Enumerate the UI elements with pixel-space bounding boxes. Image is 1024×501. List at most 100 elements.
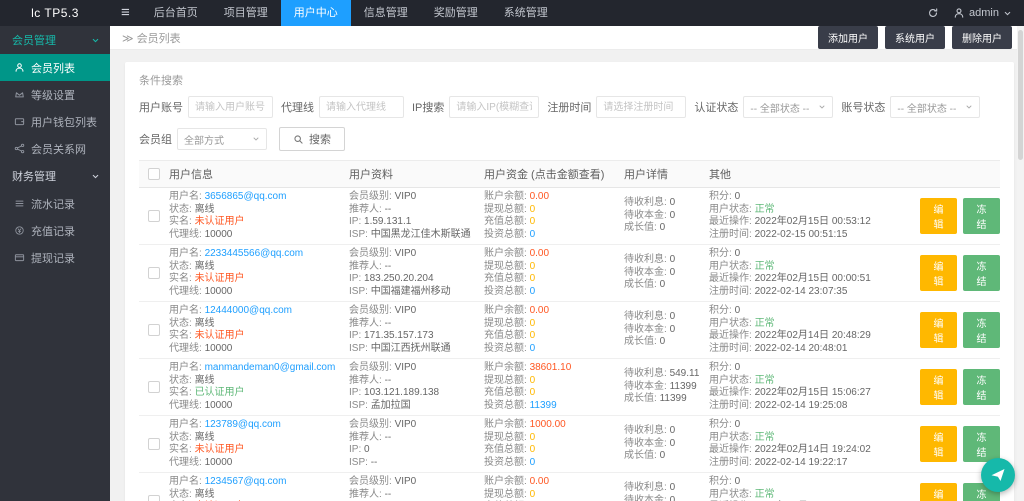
username-link[interactable]: 3656865@qq.com — [205, 191, 287, 202]
isp-value: 中国黑龙江佳木斯联通 — [371, 229, 471, 240]
edit-button[interactable]: 编辑 — [920, 483, 957, 501]
sidebar-item-relation-network[interactable]: 会员关系网 — [0, 135, 110, 162]
sidebar-item-level-settings[interactable]: 等级设置 — [0, 81, 110, 108]
sidebar-group-member[interactable]: 会员管理 — [0, 26, 110, 54]
recharge-total-value[interactable]: 0 — [530, 216, 536, 227]
withdraw-total-value[interactable]: 0 — [530, 261, 536, 272]
member-group-select[interactable]: 全部方式 — [177, 128, 267, 150]
row-checkbox[interactable] — [148, 495, 160, 501]
withdraw-total-value[interactable]: 0 — [530, 375, 536, 386]
account-input[interactable] — [188, 96, 273, 118]
sidebar-item-withdraw-records[interactable]: 提现记录 — [0, 244, 110, 271]
register-time-value: 2022-02-15 00:51:15 — [755, 229, 848, 240]
ip-value: 171.35.157.173 — [364, 330, 434, 341]
nav-item-system[interactable]: 系统管理 — [491, 0, 561, 26]
system-user-button[interactable]: 系统用户 — [885, 26, 945, 49]
row-checkbox[interactable] — [148, 210, 160, 222]
main-content: ≫ 会员列表 添加用户 系统用户 删除用户 条件搜索 用户账号 代理线 — [110, 26, 1024, 501]
field-label: 提现总额: — [484, 432, 527, 443]
table-body: 用户名: 3656865@qq.com 状态: 离线 实名: 未认证用户 代理线… — [139, 188, 1000, 501]
nav-item-info[interactable]: 信息管理 — [351, 0, 421, 26]
balance-value[interactable]: 1000.00 — [530, 419, 566, 430]
user-profile-cell: 会员级别: VIP0 推荐人: -- IP: 1.59.131.1 ISP: 中… — [349, 191, 484, 241]
freeze-button[interactable]: 冻结 — [963, 369, 1000, 405]
row-checkbox[interactable] — [148, 438, 160, 450]
sidebar-item-flow-records[interactable]: 流水记录 — [0, 190, 110, 217]
regtime-input[interactable] — [596, 96, 686, 118]
nav-item-rewards[interactable]: 奖励管理 — [421, 0, 491, 26]
freeze-button[interactable]: 冻结 — [963, 198, 1000, 234]
sidebar-group-finance[interactable]: 财务管理 — [0, 162, 110, 190]
withdraw-total-value[interactable]: 0 — [530, 204, 536, 215]
edit-button[interactable]: 编辑 — [920, 255, 957, 291]
balance-value[interactable]: 0.00 — [530, 305, 549, 316]
floating-service-button[interactable] — [981, 458, 1015, 492]
ip-input[interactable] — [449, 96, 539, 118]
menu-toggle-icon[interactable]: ≡ — [110, 0, 141, 26]
agent-input[interactable] — [319, 96, 404, 118]
balance-value[interactable]: 0.00 — [530, 476, 549, 487]
user-details-cell: 待收利息: 0 待收本金: 0 成长值: 0 — [624, 197, 709, 235]
invest-total-value[interactable]: 0 — [530, 457, 536, 468]
row-checkbox[interactable] — [148, 267, 160, 279]
row-actions-cell: 编辑 冻结 — [914, 426, 1000, 462]
invest-total-value[interactable]: 0 — [530, 286, 536, 297]
nav-item-user-center[interactable]: 用户中心 — [281, 0, 351, 26]
refresh-icon[interactable] — [927, 7, 939, 19]
add-user-button[interactable]: 添加用户 — [818, 26, 878, 49]
pending-principal-value: 0 — [670, 495, 676, 501]
freeze-button[interactable]: 冻结 — [963, 255, 1000, 291]
edit-button[interactable]: 编辑 — [920, 198, 957, 234]
recharge-total-value[interactable]: 0 — [530, 444, 536, 455]
recharge-total-value[interactable]: 0 — [530, 330, 536, 341]
register-time-value: 2022-02-14 19:22:17 — [755, 457, 848, 468]
sidebar-item-label: 会员关系网 — [31, 141, 86, 157]
user-info-cell: 用户名: 2233445566@qq.com 状态: 离线 实名: 未认证用户 … — [169, 248, 349, 298]
breadcrumb-prefix-icon: ≫ — [122, 33, 134, 45]
sidebar-item-wallet-list[interactable]: 用户钱包列表 — [0, 108, 110, 135]
scrollbar-track[interactable] — [1017, 26, 1024, 501]
regtime-label: 注册时间 — [547, 99, 591, 115]
invest-total-value[interactable]: 0 — [530, 343, 536, 354]
nav-item-home[interactable]: 后台首页 — [141, 0, 211, 26]
balance-value[interactable]: 0.00 — [530, 248, 549, 259]
nav-item-projects[interactable]: 项目管理 — [211, 0, 281, 26]
delete-user-button[interactable]: 删除用户 — [952, 26, 1012, 49]
username-link[interactable]: 12444000@qq.com — [205, 305, 292, 316]
edit-button[interactable]: 编辑 — [920, 426, 957, 462]
user-profile-cell: 会员级别: VIP0 推荐人: -- IP: 171.35.157.173 IS… — [349, 305, 484, 355]
withdraw-total-value[interactable]: 0 — [530, 489, 536, 500]
row-checkbox[interactable] — [148, 381, 160, 393]
balance-value[interactable]: 38601.10 — [530, 362, 572, 373]
field-label: 充值总额: — [484, 273, 527, 284]
field-label: 用户状态: — [709, 489, 752, 500]
row-checkbox[interactable] — [148, 324, 160, 336]
edit-button[interactable]: 编辑 — [920, 369, 957, 405]
recharge-total-value[interactable]: 0 — [530, 273, 536, 284]
freeze-button[interactable]: 冻结 — [963, 426, 1000, 462]
search-button[interactable]: 搜索 — [279, 127, 345, 151]
username-link[interactable]: 2233445566@qq.com — [205, 248, 304, 259]
username-link[interactable]: manmandeman0@gmail.com — [205, 362, 336, 373]
admin-menu[interactable]: admin — [953, 7, 1012, 19]
sidebar-item-member-list[interactable]: 会员列表 — [0, 54, 110, 81]
username-link[interactable]: 123789@qq.com — [205, 419, 281, 430]
freeze-button[interactable]: 冻结 — [963, 312, 1000, 348]
sidebar-item-recharge-records[interactable]: 充值记录 — [0, 217, 110, 244]
select-all-checkbox[interactable] — [148, 168, 160, 180]
username-link[interactable]: 1234567@qq.com — [205, 476, 287, 487]
invest-total-value[interactable]: 11399 — [530, 400, 557, 411]
scrollbar-thumb[interactable] — [1018, 30, 1023, 160]
user-info-cell: 用户名: 1234567@qq.com 状态: 离线 实名: 未认证用户 代理线… — [169, 476, 349, 501]
account-status-select[interactable]: -- 全部状态 -- — [890, 96, 980, 118]
pending-interest-value: 0 — [670, 425, 676, 436]
recharge-total-value[interactable]: 0 — [530, 387, 536, 398]
edit-button[interactable]: 编辑 — [920, 312, 957, 348]
invest-total-value[interactable]: 0 — [530, 229, 536, 240]
auth-status-select[interactable]: -- 全部状态 -- — [743, 96, 833, 118]
select-value: 全部方式 — [184, 132, 224, 147]
balance-value[interactable]: 0.00 — [530, 191, 549, 202]
withdraw-total-value[interactable]: 0 — [530, 318, 536, 329]
withdraw-total-value[interactable]: 0 — [530, 432, 536, 443]
field-label: 充值总额: — [484, 330, 527, 341]
